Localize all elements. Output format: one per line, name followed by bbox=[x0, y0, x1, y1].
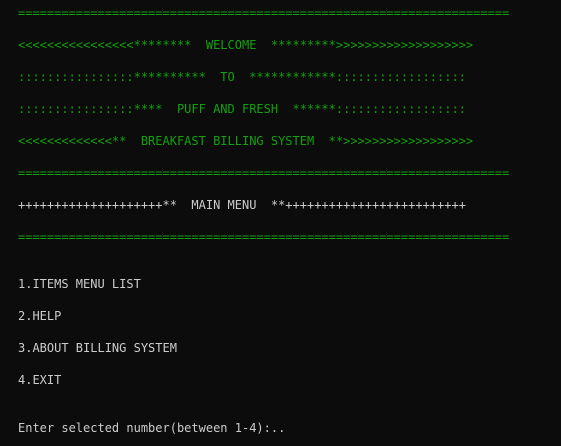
menu-item-about: 3.ABOUT BILLING SYSTEM bbox=[18, 341, 177, 355]
menu-item-items-list: 1.ITEMS MENU LIST bbox=[18, 277, 141, 291]
menu-item-help: 2.HELP bbox=[18, 309, 62, 323]
banner-system-title-line: <<<<<<<<<<<<<** BREAKFAST BILLING SYSTEM… bbox=[18, 134, 474, 148]
banner-divider-top: ========================================… bbox=[18, 6, 510, 20]
main-menu-divider: ========================================… bbox=[18, 230, 510, 244]
banner-to-line: ::::::::::::::::********** TO **********… bbox=[18, 70, 466, 84]
console-window[interactable]: ========================================… bbox=[0, 0, 561, 446]
banner-shop-name-line: ::::::::::::::::**** PUFF AND FRESH ****… bbox=[18, 102, 466, 116]
banner-welcome-line: <<<<<<<<<<<<<<<<******** WELCOME *******… bbox=[18, 38, 474, 52]
menu-item-exit: 4.EXIT bbox=[18, 373, 62, 387]
selection-prompt[interactable]: Enter selected number(between 1-4):.. bbox=[18, 421, 285, 435]
main-menu-title: ++++++++++++++++++++** MAIN MENU **+++++… bbox=[18, 198, 466, 212]
banner-divider-bottom: ========================================… bbox=[18, 166, 510, 180]
